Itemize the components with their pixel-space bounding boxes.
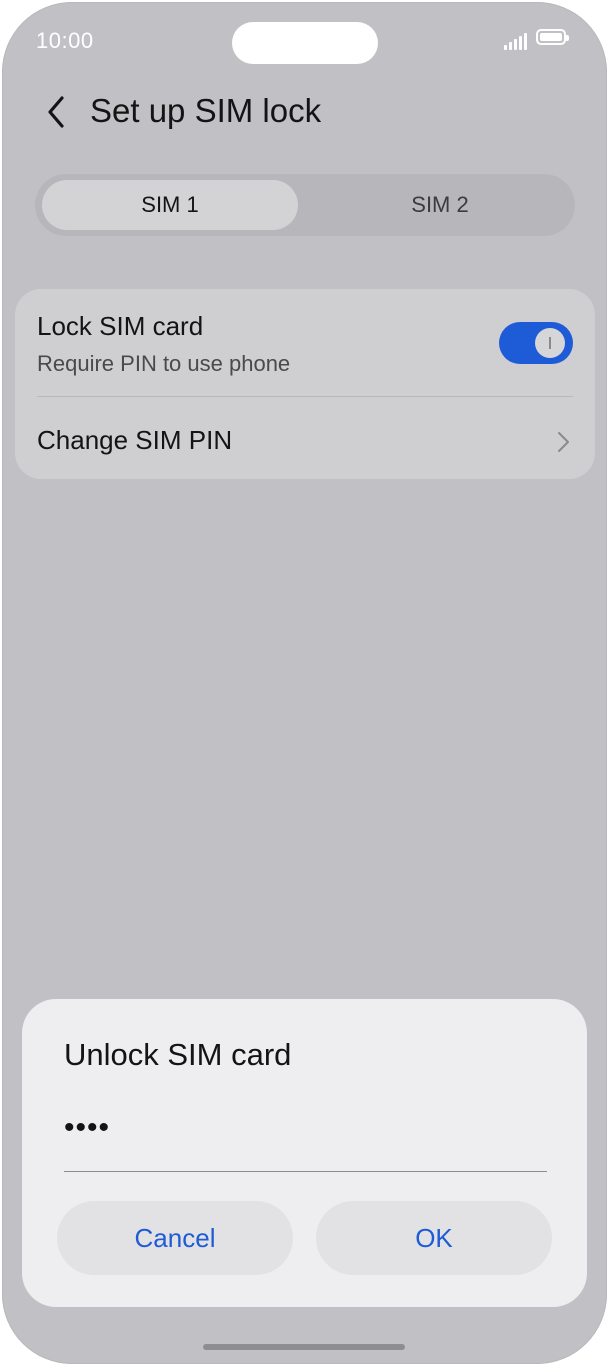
status-time: 10:00	[36, 28, 94, 53]
settings-card: Lock SIM card Require PIN to use phone C…	[15, 289, 595, 479]
chevron-right-icon	[558, 432, 569, 452]
phone-screen: 10:00 Set up SIM lock SIM 1 SIM 2 Lock S…	[2, 2, 607, 1364]
unlock-sim-dialog: Unlock SIM card •••• Cancel OK	[22, 999, 587, 1307]
home-indicator[interactable]	[203, 1344, 405, 1350]
back-arrow-icon	[48, 96, 64, 128]
cancel-button[interactable]: Cancel	[57, 1201, 293, 1275]
dialog-title: Unlock SIM card	[64, 1037, 292, 1072]
signal-icon	[504, 30, 528, 50]
status-bar: 10:00	[2, 2, 607, 82]
lock-sim-card-subtitle: Require PIN to use phone	[37, 351, 291, 376]
lock-sim-toggle[interactable]	[499, 322, 573, 364]
page-title: Set up SIM lock	[90, 92, 322, 129]
pin-input[interactable]: ••••	[64, 1111, 110, 1145]
ok-button[interactable]: OK	[316, 1201, 552, 1275]
header: Set up SIM lock	[2, 82, 607, 142]
change-sim-pin-title: Change SIM PIN	[37, 425, 233, 455]
sim-tab-bar: SIM 1 SIM 2	[35, 174, 575, 236]
battery-icon	[536, 29, 569, 45]
tab-sim-1[interactable]: SIM 1	[42, 180, 298, 230]
change-sim-pin-row[interactable]: Change SIM PIN	[15, 397, 595, 479]
back-button[interactable]	[40, 92, 80, 132]
lock-sim-card-row[interactable]: Lock SIM card Require PIN to use phone	[15, 289, 595, 397]
lock-sim-card-title: Lock SIM card	[37, 311, 204, 341]
pin-input-underline	[64, 1171, 547, 1172]
toggle-knob	[535, 328, 565, 358]
dynamic-island	[232, 22, 378, 64]
tab-sim-2[interactable]: SIM 2	[312, 180, 568, 230]
